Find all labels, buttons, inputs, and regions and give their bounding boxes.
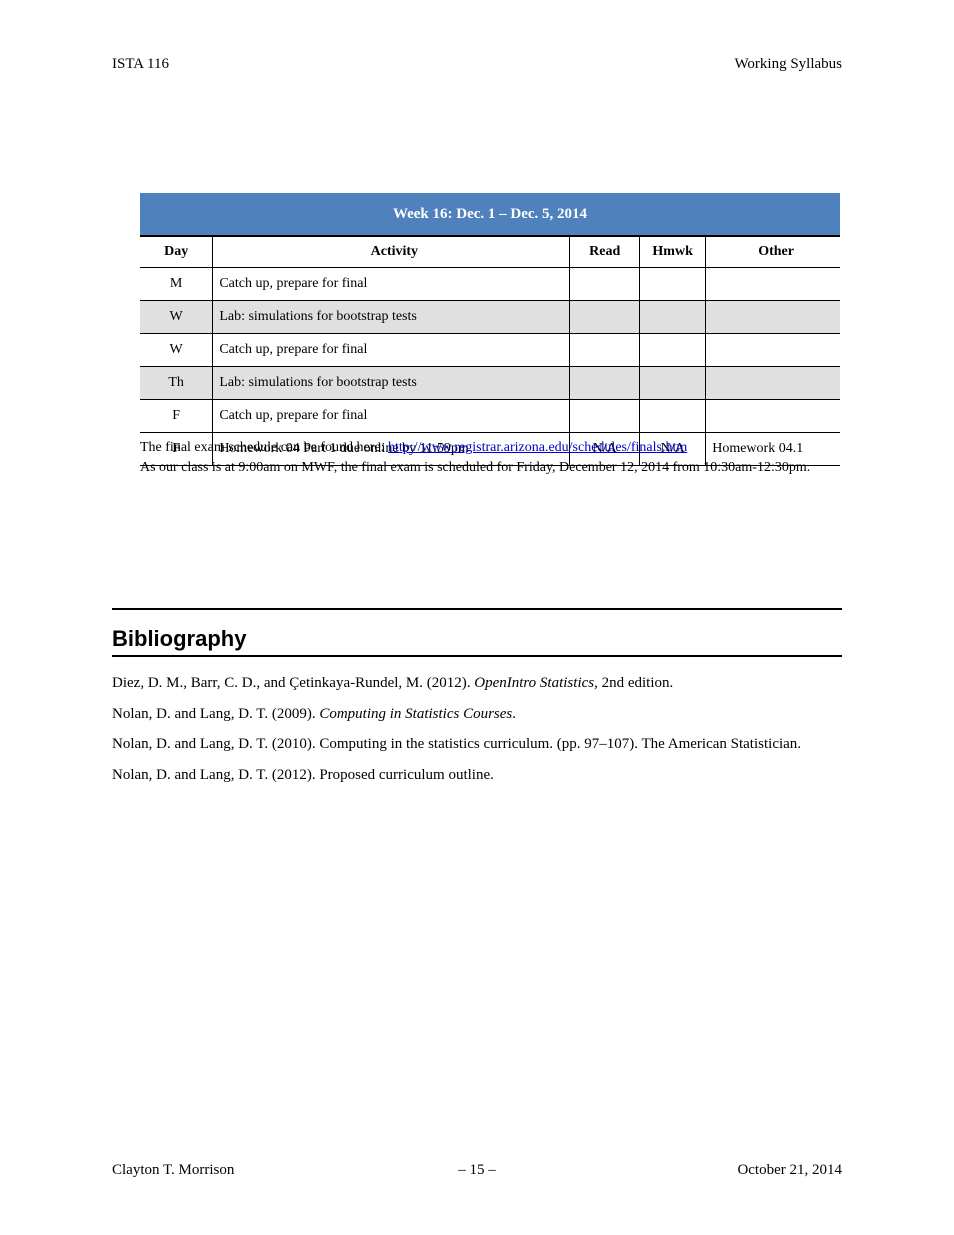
cell-activity: Catch up, prepare for final [213,334,570,367]
section-divider-bottom [112,655,842,657]
table-title: Week 16: Dec. 1 – Dec. 5, 2014 [140,193,840,236]
cell-day: Th [140,367,213,400]
note-line2: As our class is at 9:00am on MWF, the fi… [140,460,810,475]
cell-activity: Lab: simulations for bootstrap tests [213,367,570,400]
cell-hmwk [640,301,706,334]
cell-day: W [140,301,213,334]
footer-page-num: 15 [470,1162,485,1178]
cell-read [570,301,640,334]
column-header-other: Other [706,236,840,268]
bibliography-list: Diez, D. M., Barr, C. D., and Çetinkaya-… [112,672,842,794]
footer-date: October 21, 2014 [737,1162,842,1179]
cell-activity: Lab: simulations for bootstrap tests [213,301,570,334]
bibliography-heading: Bibliography [112,626,246,652]
cell-hmwk [640,367,706,400]
header-doc-title: Working Syllabus [734,56,842,73]
schedule-table: Week 16: Dec. 1 – Dec. 5, 2014 Day Activ… [140,193,840,466]
cell-read [570,268,640,301]
bib-entry: Nolan, D. and Lang, D. T. (2009). Comput… [112,703,842,726]
column-header-hmwk: Hmwk [640,236,706,268]
cell-other [706,301,840,334]
column-header-read: Read [570,236,640,268]
column-header-day: Day [140,236,213,268]
bib-text: , 2nd edition. [594,675,673,691]
cell-other [706,367,840,400]
cell-activity: Catch up, prepare for final [213,268,570,301]
footer-page-suffix: – [485,1162,496,1178]
cell-hmwk [640,334,706,367]
bib-entry: Nolan, D. and Lang, D. T. (2010). Comput… [112,733,842,756]
cell-read [570,367,640,400]
bib-title: OpenIntro Statistics [474,675,594,691]
cell-read [570,334,640,367]
cell-read [570,400,640,433]
cell-other [706,334,840,367]
footer-page-prefix: – [458,1162,469,1178]
bib-text: . [512,706,516,722]
finals-schedule-link[interactable]: http://www.registrar.arizona.edu/schedul… [388,440,687,455]
final-exam-note: The final exam schedule can be found her… [140,438,840,477]
header-course-code: ISTA 116 [112,56,169,73]
bib-title: Computing in Statistics Courses [319,706,512,722]
column-header-activity: Activity [213,236,570,268]
cell-activity: Catch up, prepare for final [213,400,570,433]
cell-day: M [140,268,213,301]
bib-text: Nolan, D. and Lang, D. T. (2009). [112,706,319,722]
cell-day: F [140,400,213,433]
cell-hmwk [640,400,706,433]
cell-other [706,268,840,301]
cell-day: W [140,334,213,367]
cell-hmwk [640,268,706,301]
section-divider-top [112,608,842,610]
cell-other [706,400,840,433]
bib-entry: Nolan, D. and Lang, D. T. (2012). Propos… [112,764,842,787]
bib-text: Diez, D. M., Barr, C. D., and Çetinkaya-… [112,675,474,691]
bib-entry: Diez, D. M., Barr, C. D., and Çetinkaya-… [112,672,842,695]
note-prefix: The final exam schedule can be found her… [140,440,388,455]
